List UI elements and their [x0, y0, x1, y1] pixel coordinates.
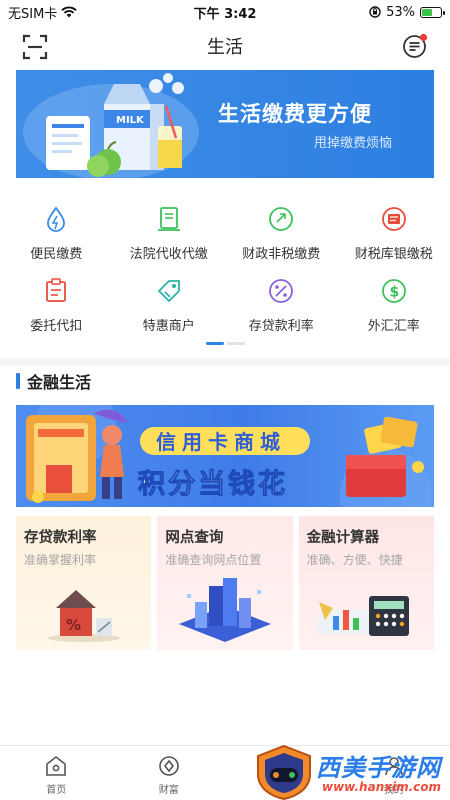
status-bar: 无SIM卡 下午 3:42 53%: [0, 0, 450, 24]
battery-percent: 53%: [386, 4, 415, 20]
card-title: 网点查询: [165, 530, 224, 546]
tag-icon: [157, 280, 180, 303]
house-percent-icon: %: [48, 590, 120, 642]
tax-icon: [381, 207, 406, 231]
document-icon: [157, 207, 180, 231]
percent-icon: [269, 279, 294, 303]
card-calculator[interactable]: 金融计算器 准确、方便、快捷: [298, 516, 434, 650]
tab-wealth[interactable]: 财富: [113, 746, 226, 800]
notification-dot: [419, 33, 428, 42]
service-item-utility[interactable]: 便民缴费: [0, 200, 113, 272]
status-right: 53%: [369, 4, 445, 20]
card-subtitle: 准确、方便、快捷: [306, 553, 403, 567]
page-title: 生活: [207, 37, 243, 58]
watermark-text: 西美手游网: [316, 754, 441, 782]
service-label: 财政非税缴费: [242, 247, 321, 262]
service-label: 委托代扣: [30, 319, 83, 334]
tab-home[interactable]: 首页: [0, 746, 113, 800]
card-interest-rates[interactable]: 存贷款利率 准确掌握利率 %: [16, 516, 152, 650]
calculator-icon: [315, 596, 409, 636]
banner-subtitle: 甩掉缴费烦恼: [314, 136, 393, 151]
page-dot-active: [206, 342, 224, 345]
bill-payment-banner[interactable]: MILK 生活缴费更方便 甩掉缴费烦恼: [16, 70, 434, 178]
section-divider: [0, 358, 450, 366]
service-item-delegate[interactable]: 委托代扣: [0, 272, 113, 344]
home-icon: [46, 755, 67, 776]
dollar-icon: $: [381, 279, 406, 303]
feature-cards: 存贷款利率 准确掌握利率 % 网点查询 准确查询网点位置 金融计算器 准确、方便…: [16, 516, 434, 650]
service-label: 法院代收代缴: [129, 247, 208, 262]
banner-illustration: MILK: [23, 73, 199, 178]
credit-card-mall-banner[interactable]: 信用卡商城 积分当钱花: [16, 405, 434, 507]
card-subtitle: 准确掌握利率: [24, 553, 97, 567]
tab-label: 首页: [46, 785, 67, 796]
promo-illustration: 信用卡商城 积分当钱花: [26, 405, 432, 507]
milk-label: MILK: [116, 115, 145, 126]
wifi-icon: [61, 6, 78, 18]
watermark-shield-icon: [257, 744, 311, 800]
status-left: 无SIM卡: [8, 3, 78, 22]
promo-line1: 信用卡商城: [156, 430, 286, 454]
delegate-icon: [46, 278, 67, 302]
scan-icon[interactable]: [22, 34, 48, 60]
svg-text:%: %: [66, 616, 81, 634]
service-item-court[interactable]: 法院代收代缴: [113, 200, 226, 272]
card-title: 存贷款利率: [24, 530, 97, 546]
banner-title: 生活缴费更方便: [218, 102, 372, 126]
card-title: 金融计算器: [306, 530, 380, 546]
service-row: 便民缴费 法院代收代缴 财政非税缴费 财税库银缴税: [0, 200, 450, 272]
wealth-icon: [158, 756, 179, 776]
service-item-tax[interactable]: 财税库银缴税: [338, 200, 450, 272]
promo-line2: 积分当钱花: [138, 469, 288, 500]
coin-icon: [269, 207, 294, 231]
nav-bar: 生活: [0, 24, 450, 68]
card-branch-search[interactable]: 网点查询 准确查询网点位置: [157, 516, 293, 650]
section-accent-bar: [16, 373, 20, 389]
service-label: 外汇汇率: [367, 319, 420, 334]
city-buildings-icon: [179, 578, 272, 642]
message-icon[interactable]: [402, 33, 428, 59]
section-header: 金融生活: [16, 370, 91, 392]
section-title: 金融生活: [27, 373, 92, 392]
rotation-lock-icon: [369, 6, 381, 18]
service-label: 存贷款利率: [248, 319, 314, 334]
battery-fill: [422, 8, 432, 16]
page-dot: [227, 342, 245, 345]
service-label: 财税库银缴税: [354, 247, 433, 262]
carrier-text: 无SIM卡: [8, 6, 58, 22]
battery-icon: [420, 6, 445, 18]
service-label: 特惠商户: [142, 319, 195, 334]
watermark-url: www.hanxim.com: [322, 780, 442, 794]
service-item-fiscal[interactable]: 财政非税缴费: [225, 200, 338, 272]
service-item-merchant[interactable]: 特惠商户: [113, 272, 226, 344]
card-subtitle: 准确查询网点位置: [165, 553, 262, 567]
svg-text:$: $: [389, 285, 399, 301]
service-label: 便民缴费: [30, 247, 83, 262]
tab-label: 财富: [158, 785, 179, 796]
service-row: 委托代扣 特惠商户 存贷款利率 $ 外汇汇率: [0, 272, 450, 344]
service-item-rates[interactable]: 存贷款利率: [225, 272, 338, 344]
service-grid: 便民缴费 法院代收代缴 财政非税缴费 财税库银缴税 委托代扣 特惠商户 存贷款利…: [0, 200, 450, 344]
site-watermark: 西美手游网 www.hanxim.com: [252, 744, 450, 800]
service-item-fx[interactable]: $ 外汇汇率: [338, 272, 450, 344]
page-indicator: [206, 342, 245, 345]
water-drop-icon: [47, 206, 66, 232]
